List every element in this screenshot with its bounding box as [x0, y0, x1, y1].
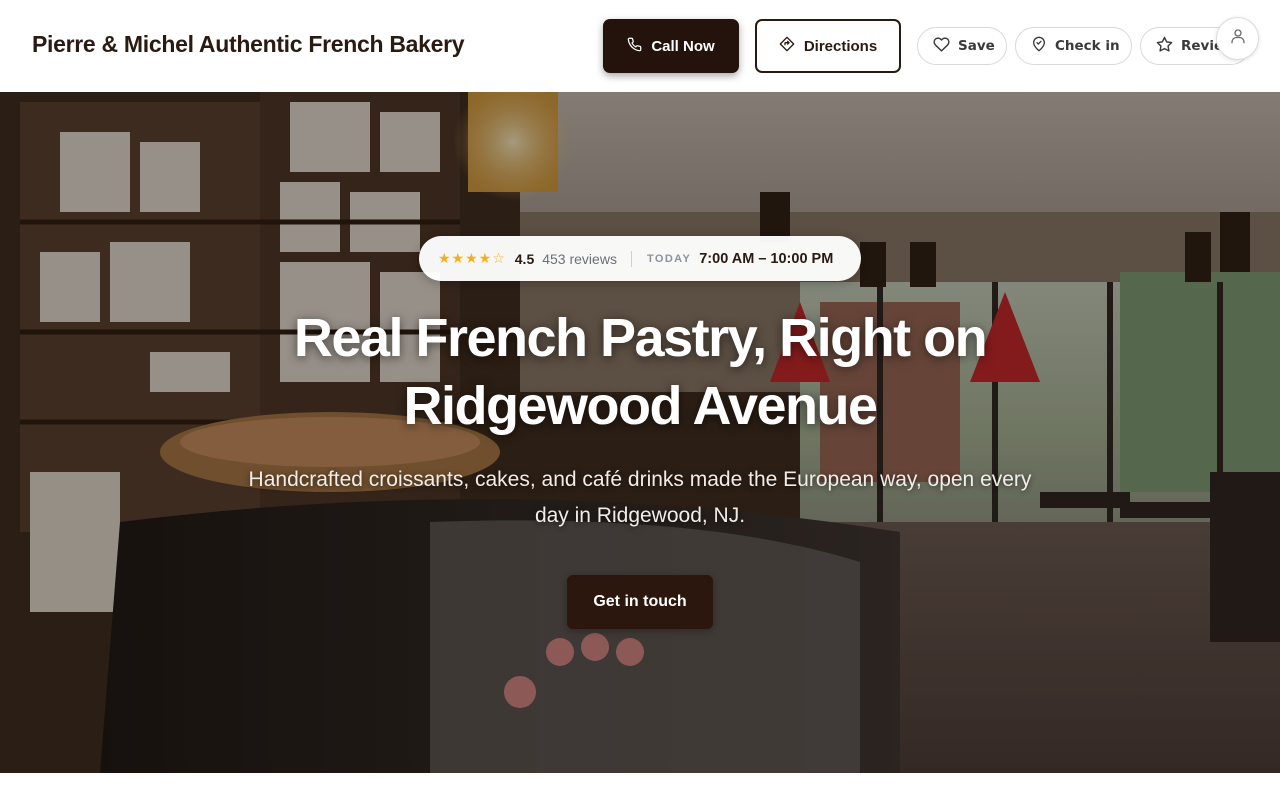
- subhead-line-2: day in Ridgewood, NJ.: [534, 504, 746, 527]
- headline-line-1: Real French Pastry, Right on: [293, 308, 988, 368]
- save-button[interactable]: Save: [917, 27, 1007, 65]
- page-below-fold: [0, 773, 1280, 800]
- check-in-label: Check in: [1055, 38, 1120, 54]
- top-navbar: Pierre & Michel Authentic French Bakery …: [0, 0, 1280, 92]
- call-now-button[interactable]: Call Now: [603, 19, 739, 73]
- rating-hours-pill: ★★★★☆ 4.5 453 reviews TODAY 7:00 AM – 10…: [419, 236, 861, 281]
- business-name: Pierre & Michel Authentic French Bakery: [32, 31, 465, 57]
- hero-subheadline: Handcrafted croissants, cakes, and café …: [220, 462, 1060, 534]
- today-label: TODAY: [646, 252, 692, 265]
- check-in-button[interactable]: Check in: [1015, 27, 1132, 65]
- call-now-label: Call Now: [651, 37, 715, 55]
- hero-headline: Real French Pastry, Right on Ridgewood A…: [240, 304, 1040, 440]
- star-outline-icon: [1156, 36, 1173, 57]
- rating-value: 4.5: [514, 250, 535, 267]
- pill-divider: [630, 250, 632, 267]
- map-pin-icon: [1031, 36, 1047, 56]
- user-icon: [1229, 27, 1247, 50]
- directions-button[interactable]: Directions: [755, 19, 901, 73]
- directions-label: Directions: [803, 37, 878, 55]
- heart-icon: [933, 36, 950, 57]
- rating-stars: ★★★★☆: [438, 250, 506, 266]
- review-count-link[interactable]: 453 reviews: [542, 251, 617, 267]
- opening-hours: 7:00 AM – 10:00 PM: [699, 250, 834, 267]
- phone-icon: [627, 37, 642, 56]
- hero-section: ★★★★☆ 4.5 453 reviews TODAY 7:00 AM – 10…: [0, 92, 1280, 773]
- directions-icon: [779, 36, 795, 56]
- get-in-touch-button[interactable]: Get in touch: [567, 575, 713, 629]
- save-label: Save: [958, 38, 995, 54]
- subhead-line-1: Handcrafted croissants, cakes, and café …: [248, 468, 1032, 491]
- headline-line-2: Ridgewood Avenue: [403, 376, 878, 436]
- account-avatar-button[interactable]: [1216, 17, 1259, 60]
